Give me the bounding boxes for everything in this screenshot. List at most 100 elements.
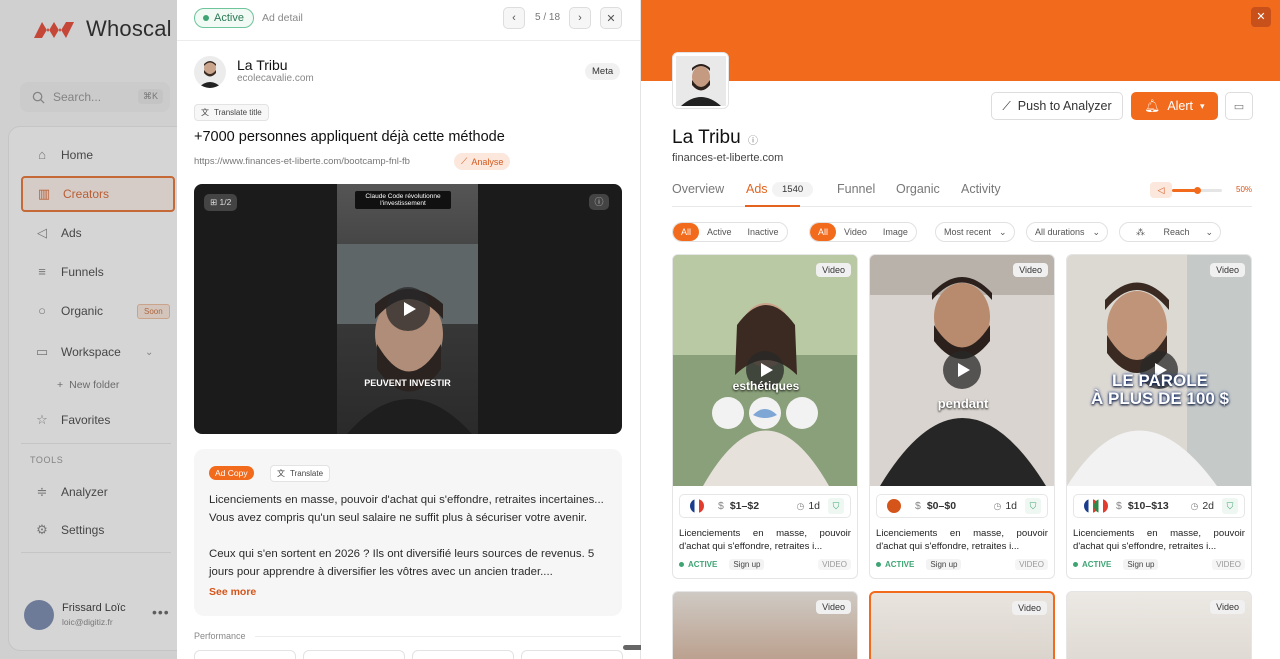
flag-icon	[887, 499, 901, 513]
filter-media-image[interactable]: Image	[875, 223, 916, 241]
performance-card	[521, 650, 623, 659]
ad-age: 2d	[1202, 500, 1214, 512]
shield-icon: ⛉	[1025, 498, 1041, 514]
reach-dropdown[interactable]: ⁂ Reach ⌄	[1119, 222, 1222, 242]
video-overlay-text: LE PAROLE À PLUS DE 100 $	[1067, 372, 1251, 408]
chevron-down-icon: ▾	[1200, 100, 1205, 111]
translate-title-button[interactable]: 文 Translate title	[194, 104, 269, 121]
folder-button[interactable]: ▭	[1225, 92, 1253, 120]
tab-funnel[interactable]: Funnel	[837, 182, 875, 196]
tab-ads[interactable]: Ads	[746, 182, 768, 196]
nav-item-creators[interactable]: ▥ Creators	[21, 176, 175, 212]
plus-icon: +	[57, 379, 64, 391]
video-overlay-text: esthétiques	[732, 379, 800, 393]
close-icon[interactable]: ✕	[1251, 7, 1271, 27]
analyse-button[interactable]: ⟋ Analyse	[454, 153, 511, 170]
sort-label: Most recent	[944, 227, 992, 237]
nav-item-settings[interactable]: ⚙ Settings	[21, 512, 175, 548]
info-icon[interactable]: ⓘ	[589, 194, 609, 210]
chevron-down-icon: ⌄	[1092, 226, 1101, 237]
volume-knob[interactable]	[1194, 187, 1201, 194]
media-filter: All Video Image	[809, 222, 917, 242]
status-dot	[1073, 562, 1078, 567]
ad-status: ACTIVE	[885, 560, 915, 569]
new-folder-button[interactable]: + New folder	[45, 367, 177, 403]
ad-card[interactable]: Video LE PAROLE À PLUS DE 100 $ $ $10–$13…	[1066, 254, 1252, 579]
megaphone-icon: ◁	[37, 225, 47, 240]
nav-item-workspace[interactable]: ▭ Workspace ⌄	[21, 334, 175, 370]
user-menu-icon[interactable]: •••	[152, 604, 170, 620]
nav-item-home[interactable]: ⌂ Home	[21, 137, 175, 173]
translate-button[interactable]: 文 Translate	[270, 465, 331, 482]
platform-badge: Meta	[585, 63, 621, 80]
search-icon	[32, 91, 45, 104]
filter-media-video[interactable]: Video	[836, 223, 875, 241]
ad-card[interactable]: Video esthétiques $ $1–$2 ◷ 1d ⛉ Licenci…	[672, 254, 858, 579]
nav-item-ads[interactable]: ◁ Ads	[21, 215, 175, 251]
tab-activity[interactable]: Activity	[961, 182, 1001, 196]
mute-icon[interactable]: ◁	[1150, 182, 1172, 198]
spend-range: $0–$0	[926, 500, 957, 512]
search-icon: ○	[38, 303, 46, 318]
brand-logo[interactable]: Whoscal	[34, 16, 172, 42]
nav-item-analyzer[interactable]: ≑ Analyzer	[21, 474, 175, 510]
translate-icon: 文	[277, 469, 285, 478]
media-counter: ⊞ 1/2	[204, 194, 238, 211]
reach-label: ⁂ Reach	[1120, 223, 1206, 241]
chevron-right-icon: ›	[578, 12, 582, 24]
performance-card	[303, 650, 405, 659]
filter-status-all[interactable]: All	[673, 223, 700, 241]
nav-label: Settings	[61, 523, 105, 537]
tab-organic[interactable]: Organic	[896, 182, 940, 196]
play-icon[interactable]	[386, 287, 430, 331]
filter-status-inactive[interactable]: Inactive	[740, 223, 787, 241]
sort-dropdown[interactable]: Most recent ⌄	[935, 222, 1015, 242]
search-input[interactable]: Search... ⌘K	[20, 82, 170, 112]
ad-card[interactable]: Video	[869, 591, 1055, 659]
nav-item-favorites[interactable]: ☆ Favorites	[21, 402, 175, 438]
media-type-tag: Video	[1210, 600, 1245, 614]
alert-button[interactable]: 🔔︎ Alert ▾	[1131, 92, 1218, 120]
media-counter-label: 1/2	[219, 197, 232, 207]
tab-overview[interactable]: Overview	[672, 182, 724, 196]
ad-card[interactable]: Video pendant $ $0–$0 ◷ 1d ⛉ Licenciemen…	[869, 254, 1055, 579]
volume-slider[interactable]	[1172, 187, 1222, 194]
status-filter: All Active Inactive	[672, 222, 788, 242]
see-more-link[interactable]: See more	[209, 586, 256, 598]
duration-dropdown[interactable]: All durations ⌄	[1026, 222, 1109, 242]
dollar-icon: $	[1116, 500, 1122, 512]
clock-icon: ◷	[1190, 500, 1199, 511]
ad-card[interactable]: Video	[1066, 591, 1252, 659]
ad-video-player[interactable]: Claude Code révolutionne l'investissemen…	[194, 184, 622, 434]
reach-icon: ⁂	[1136, 226, 1148, 237]
push-to-analyzer-button[interactable]: ⟋ Push to Analyzer	[991, 92, 1123, 120]
divider	[255, 636, 621, 637]
next-button[interactable]: ›	[569, 7, 591, 29]
user-email: loic@digitiz.fr	[62, 617, 113, 627]
play-icon[interactable]	[943, 351, 981, 389]
ad-card-footer: ACTIVE Sign up VIDEO	[1073, 559, 1245, 570]
nav-item-organic[interactable]: ○ Organic Soon	[21, 293, 175, 329]
nav-item-funnels[interactable]: ≡ Funnels	[21, 254, 175, 290]
filter-status-active[interactable]: Active	[699, 223, 740, 241]
ads-count-badge: 1540	[772, 182, 814, 197]
nav-label: Creators	[63, 187, 110, 201]
close-button[interactable]: ✕	[600, 7, 622, 29]
panel-title: Ad detail	[262, 12, 303, 24]
user-name: Frissard Loïc	[62, 602, 126, 614]
ad-card[interactable]: Video	[672, 591, 858, 659]
landing-url[interactable]: https://www.finances-et-liberte.com/boot…	[194, 156, 410, 167]
chart-icon: ⟋	[1002, 98, 1011, 113]
prev-button[interactable]: ‹	[503, 7, 525, 29]
nav-label: Workspace	[61, 345, 121, 359]
user-avatar[interactable]	[24, 600, 54, 630]
status-badge: Active	[194, 8, 254, 28]
shield-icon: ⛉	[828, 498, 844, 514]
active-tab-indicator	[745, 205, 800, 207]
ad-detail-panel: Active Ad detail ‹ 5 / 18 › ✕ La Tribu e…	[177, 0, 641, 659]
ad-type: VIDEO	[818, 559, 851, 570]
filter-media-all[interactable]: All	[810, 223, 837, 241]
status-dot	[679, 562, 684, 567]
performance-card	[412, 650, 514, 659]
translate-title-label: Translate title	[214, 108, 262, 117]
